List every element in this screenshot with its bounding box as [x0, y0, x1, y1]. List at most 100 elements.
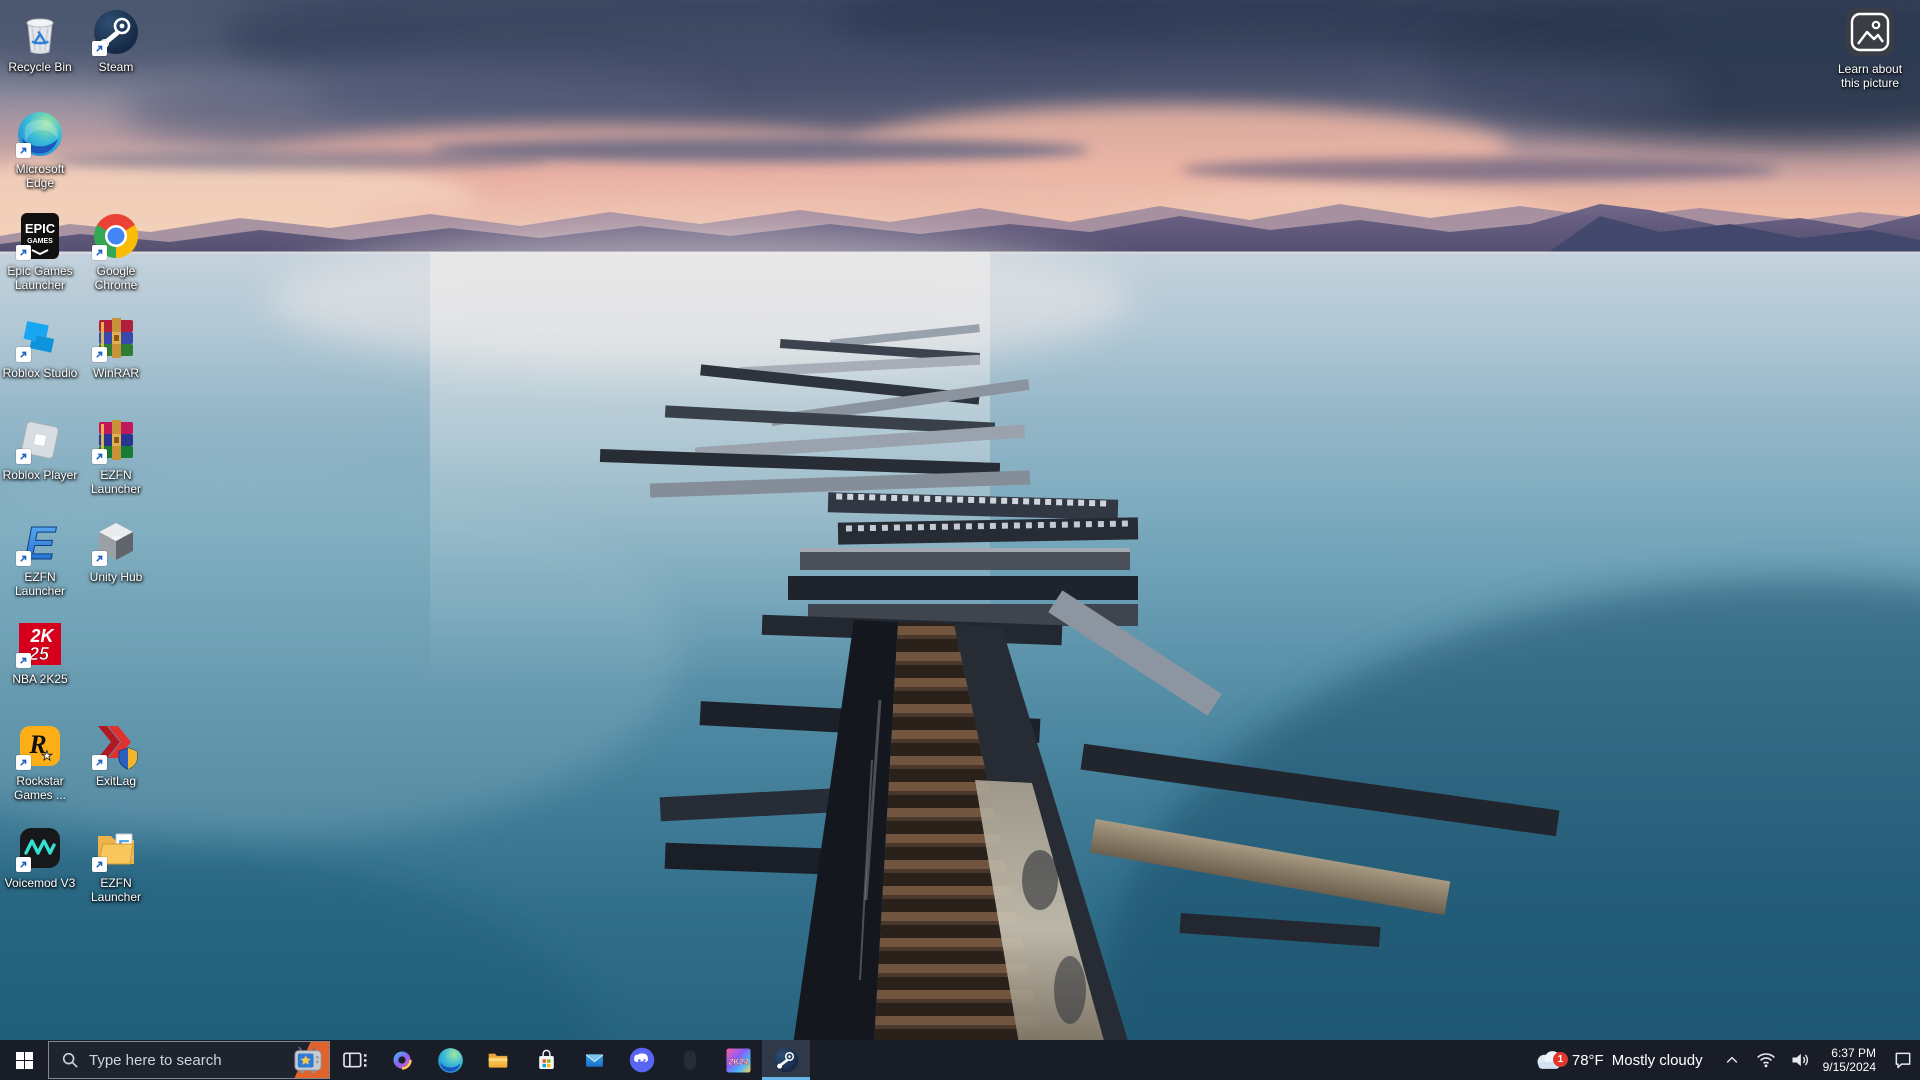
ezfn-folder-icon: E — [92, 824, 140, 872]
desktop-icon-unity-hub[interactable]: Unity Hub — [78, 518, 154, 618]
nba-2k24-button[interactable]: 2K24 — [714, 1040, 762, 1080]
desktop-screen: Recycle Bin Steam Microsoft Edge EPIC GA… — [0, 0, 1920, 1080]
microsoft-store-icon — [538, 1049, 554, 1069]
clock-date: 9/15/2024 — [1822, 1060, 1876, 1074]
svg-text:EPIC: EPIC — [25, 221, 56, 236]
desktop-icon-ezfn-launcher-folder[interactable]: E EZFN Launcher — [78, 824, 154, 924]
search-icon — [62, 1052, 78, 1068]
steam-icon — [773, 1047, 799, 1073]
desktop-icon-rockstar-games[interactable]: R ★ Rockstar Games ... — [2, 722, 78, 822]
shortcut-arrow-icon — [92, 347, 107, 362]
taskbar: Type here to search 2K24 1 78°F Mostly c… — [0, 1040, 1920, 1080]
discord-button[interactable] — [618, 1040, 666, 1080]
roblox-studio-icon — [16, 314, 64, 362]
epic-games-icon: EPIC GAMES — [16, 212, 64, 260]
edge-taskbar-button[interactable] — [426, 1040, 474, 1080]
desktop-icon-label: Voicemod V3 — [4, 876, 76, 890]
chrome-icon — [92, 212, 140, 260]
tray-chevron-up[interactable] — [1715, 1040, 1749, 1080]
mail-button[interactable] — [570, 1040, 618, 1080]
svg-text:25: 25 — [28, 644, 50, 664]
desktop-icon-nba-2k25[interactable]: 2K 25 NBA 2K25 — [2, 620, 78, 720]
edge-icon — [437, 1047, 463, 1073]
windows-logo-icon — [15, 1051, 33, 1069]
weather-temperature: 78°F — [1571, 1051, 1604, 1069]
clock-time: 6:37 PM — [1831, 1046, 1876, 1060]
wallpaper-image — [0, 0, 1920, 1080]
search-highlights-tv-icon[interactable] — [293, 1046, 323, 1074]
desktop-icon-recycle-bin[interactable]: Recycle Bin — [2, 8, 78, 108]
weather-widget[interactable]: 1 78°F Mostly cloudy — [1524, 1040, 1715, 1080]
desktop-icon-microsoft-edge[interactable]: Microsoft Edge — [2, 110, 78, 210]
desktop-icon-epic-games-launcher[interactable]: EPIC GAMES Epic Games Launcher — [2, 212, 78, 312]
desktop-icon-label: Roblox Player — [2, 468, 78, 482]
svg-text:GAMES: GAMES — [27, 238, 53, 245]
desktop-icon-label: Microsoft Edge — [15, 162, 65, 190]
desktop-icon-label: EZFN Launcher — [90, 468, 142, 496]
desktop-icon-roblox-player[interactable]: Roblox Player — [2, 416, 78, 516]
weather-condition: Mostly cloudy — [1611, 1051, 1703, 1069]
ezfn-archive-icon — [92, 416, 140, 464]
volume-icon[interactable] — [1783, 1040, 1817, 1080]
task-view-icon — [343, 1052, 367, 1068]
mouse-peripheral-button[interactable] — [666, 1040, 714, 1080]
shortcut-arrow-icon — [16, 551, 31, 566]
search-input[interactable]: Type here to search — [48, 1041, 330, 1079]
svg-text:2K24: 2K24 — [727, 1057, 748, 1066]
winrar-icon — [92, 314, 140, 362]
start-button[interactable] — [0, 1040, 48, 1080]
weather-alert-badge: 1 — [1552, 1052, 1568, 1067]
wifi-icon[interactable] — [1749, 1040, 1783, 1080]
recycle-bin-icon — [16, 8, 64, 56]
weather-cloud-icon: 1 — [1534, 1048, 1568, 1072]
shortcut-arrow-icon — [16, 245, 31, 260]
shortcut-arrow-icon — [92, 755, 107, 770]
rockstar-icon: R ★ — [16, 722, 64, 770]
file-explorer-button[interactable] — [474, 1040, 522, 1080]
learn-about-picture[interactable]: Learn about this picture — [1832, 8, 1908, 90]
shortcut-arrow-icon — [92, 245, 107, 260]
mail-icon — [585, 1053, 603, 1067]
unity-hub-icon — [92, 518, 140, 566]
mouse-icon — [684, 1050, 696, 1070]
edge-icon — [16, 110, 64, 158]
copilot-button[interactable] — [378, 1040, 426, 1080]
desktop-icon-label: NBA 2K25 — [12, 672, 68, 686]
shortcut-arrow-icon — [16, 653, 31, 668]
desktop-icon-roblox-studio[interactable]: Roblox Studio — [2, 314, 78, 414]
shortcut-arrow-icon — [16, 347, 31, 362]
desktop-icon-label: Rockstar Games ... — [13, 774, 66, 802]
svg-text:★: ★ — [41, 749, 53, 764]
nba-2k25-icon: 2K 25 — [16, 620, 64, 668]
desktop-icon-voicemod-v3[interactable]: Voicemod V3 — [2, 824, 78, 924]
desktop-icon-google-chrome[interactable]: Google Chrome — [78, 212, 154, 312]
desktop-icon-label: Google Chrome — [94, 264, 138, 292]
desktop-icon-ezfn-launcher-archive[interactable]: EZFN Launcher — [78, 416, 154, 516]
steam-taskbar-button[interactable] — [762, 1040, 810, 1080]
taskbar-clock[interactable]: 6:37 PM 9/15/2024 — [1817, 1046, 1886, 1074]
copilot-icon — [393, 1051, 412, 1070]
action-center-button[interactable] — [1886, 1040, 1920, 1080]
shortcut-arrow-icon — [92, 449, 107, 464]
steam-icon — [92, 8, 140, 56]
picture-info-icon — [1846, 8, 1894, 56]
shortcut-arrow-icon — [16, 755, 31, 770]
desktop-icon-label: EZFN Launcher — [14, 570, 66, 598]
desktop-icon-label: ExitLag — [95, 774, 137, 788]
desktop-icon-label: Roblox Studio — [2, 366, 78, 380]
desktop-icon-steam[interactable]: Steam — [78, 8, 154, 108]
desktop-icon-label: Unity Hub — [89, 570, 143, 584]
shortcut-arrow-icon — [16, 449, 31, 464]
desktop-icon-exitlag[interactable]: ExitLag — [78, 722, 154, 822]
discord-icon — [629, 1047, 655, 1073]
roblox-player-icon — [16, 416, 64, 464]
task-view-button[interactable] — [330, 1040, 378, 1080]
microsoft-store-button[interactable] — [522, 1040, 570, 1080]
desktop-icon-winrar[interactable]: WinRAR — [78, 314, 154, 414]
desktop-icon-label: WinRAR — [92, 366, 139, 380]
desktop-icon-label: Steam — [98, 60, 134, 74]
desktop-icon-ezfn-launcher[interactable]: E EZFN Launcher — [2, 517, 78, 618]
desktop-icon-label: EZFN Launcher — [90, 876, 142, 904]
shortcut-arrow-icon — [92, 551, 107, 566]
system-tray: 1 78°F Mostly cloudy 6:37 PM 9/15/2024 — [1524, 1040, 1920, 1080]
